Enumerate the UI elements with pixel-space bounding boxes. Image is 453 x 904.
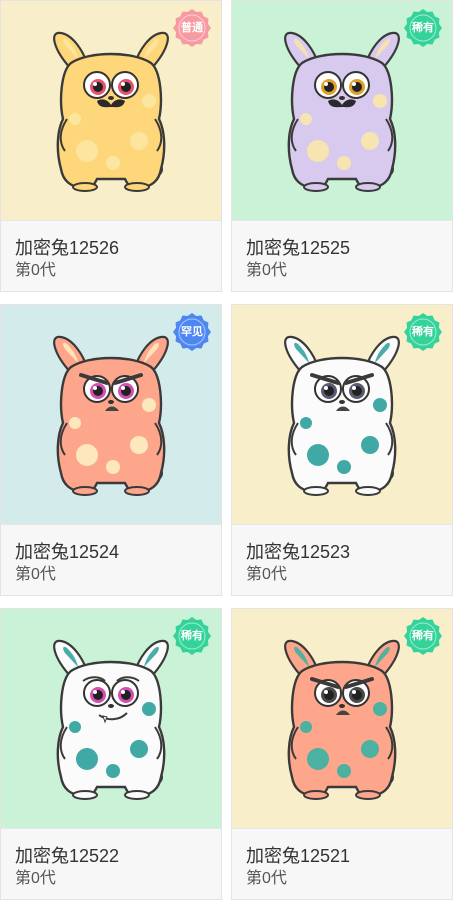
rarity-badge: 罕见 xyxy=(173,313,211,351)
rabbit-card[interactable]: 稀有 加密兔12521 第0代 xyxy=(231,608,453,900)
rabbit-card-grid: 普通 加密兔12526 第0代 稀有 加密兔12525 第0代 罕见 加密兔12… xyxy=(0,0,453,904)
rarity-badge: 普通 xyxy=(173,9,211,47)
rarity-badge: 稀有 xyxy=(404,313,442,351)
rabbit-generation: 第0代 xyxy=(15,566,56,583)
rabbit-card[interactable]: 稀有 加密兔12525 第0代 xyxy=(231,0,453,292)
rarity-badge: 稀有 xyxy=(404,9,442,47)
card-info: 加密兔12521 第0代 xyxy=(232,828,452,899)
card-info: 加密兔12525 第0代 xyxy=(232,220,452,291)
rarity-label: 罕见 xyxy=(181,326,203,338)
rarity-label: 稀有 xyxy=(412,22,434,34)
rarity-badge: 稀有 xyxy=(404,617,442,655)
rabbit-generation: 第0代 xyxy=(246,566,287,583)
rabbit-card[interactable]: 罕见 加密兔12524 第0代 xyxy=(0,304,222,596)
rabbit-generation: 第0代 xyxy=(246,262,287,279)
card-info: 加密兔12526 第0代 xyxy=(1,220,221,291)
rabbit-generation: 第0代 xyxy=(15,870,56,887)
card-info: 加密兔12522 第0代 xyxy=(1,828,221,899)
rarity-badge: 稀有 xyxy=(173,617,211,655)
rarity-label: 稀有 xyxy=(412,630,434,642)
rabbit-generation: 第0代 xyxy=(246,870,287,887)
rabbit-card[interactable]: 稀有 加密兔12522 第0代 xyxy=(0,608,222,900)
card-info: 加密兔12523 第0代 xyxy=(232,524,452,595)
card-info: 加密兔12524 第0代 xyxy=(1,524,221,595)
rarity-label: 普通 xyxy=(181,22,203,34)
rabbit-card[interactable]: 稀有 加密兔12523 第0代 xyxy=(231,304,453,596)
rarity-label: 稀有 xyxy=(412,326,434,338)
rabbit-generation: 第0代 xyxy=(15,262,56,279)
rarity-label: 稀有 xyxy=(181,630,203,642)
rabbit-card[interactable]: 普通 加密兔12526 第0代 xyxy=(0,0,222,292)
